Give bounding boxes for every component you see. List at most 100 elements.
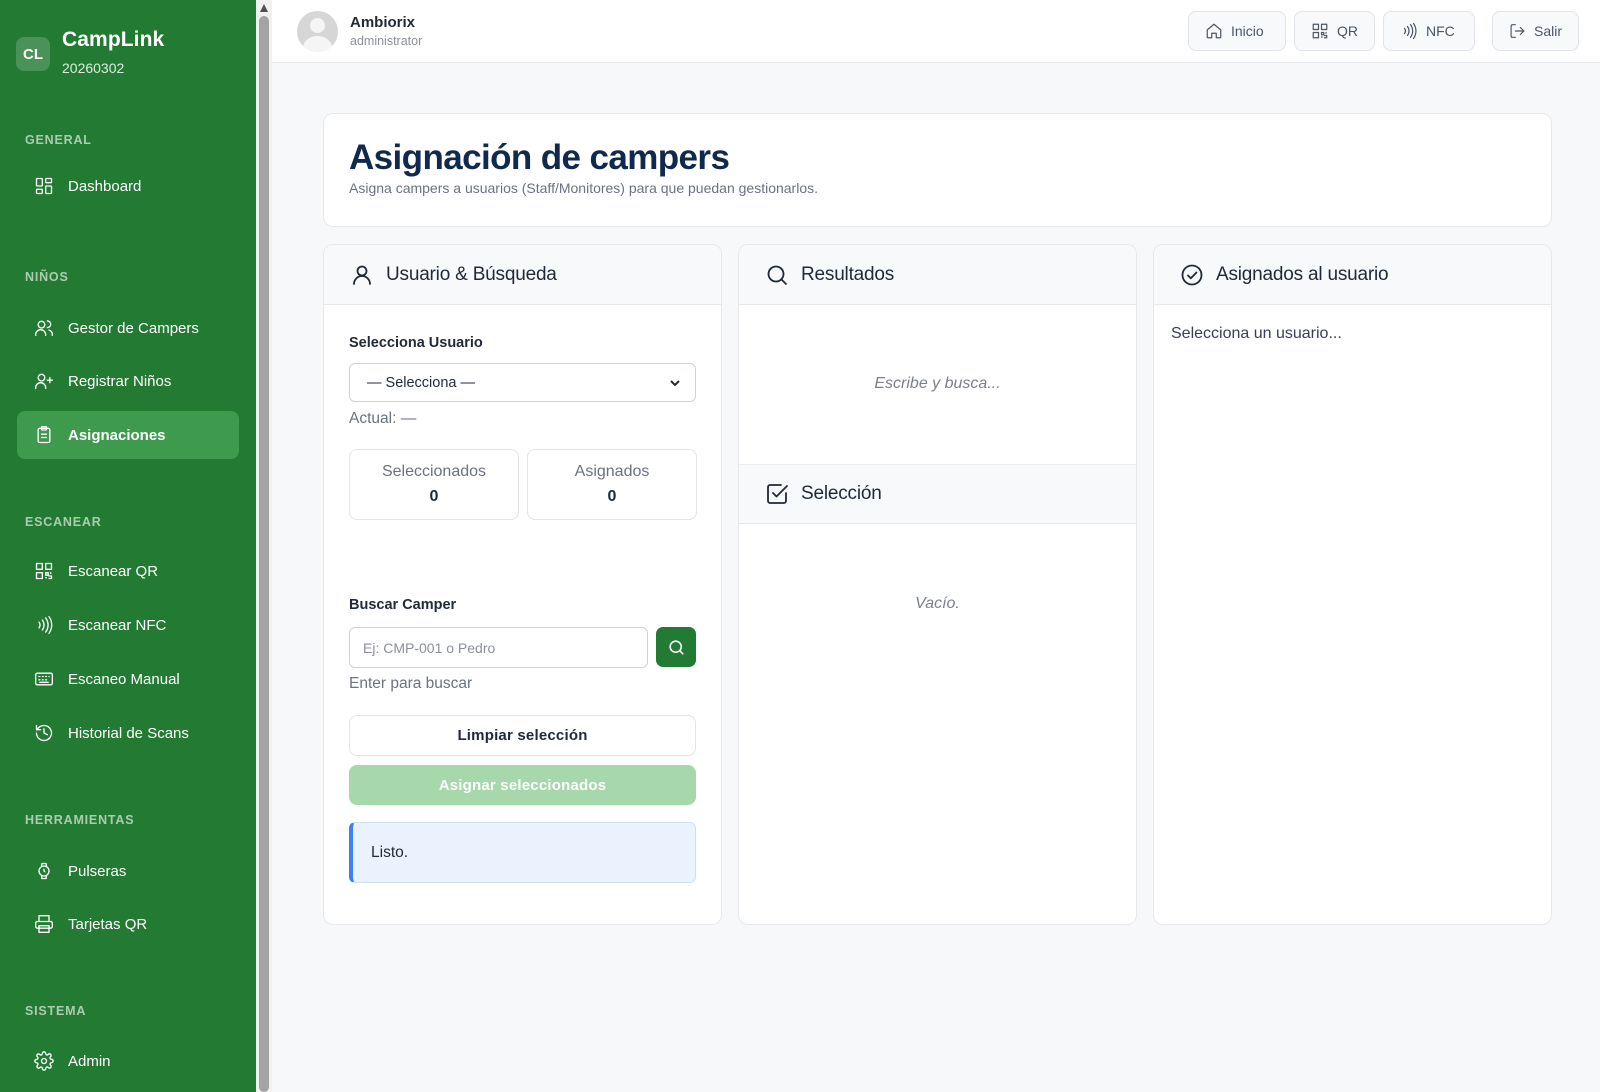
brand-subtitle: 20260302 bbox=[62, 60, 125, 76]
sidebar-item-label: Admin bbox=[68, 1052, 111, 1070]
clipboard-icon bbox=[37, 426, 51, 444]
sidebar: CL CampLink 20260302 GENERAL Dashboard N… bbox=[0, 0, 256, 1092]
search-button[interactable] bbox=[656, 627, 696, 667]
assigned-empty-text: Selecciona un usuario... bbox=[1171, 325, 1342, 342]
nav-section-escanear: ESCANEAR bbox=[25, 515, 102, 529]
avatar bbox=[297, 11, 338, 52]
qr-icon bbox=[35, 562, 53, 580]
panel-header: Resultados bbox=[739, 245, 1136, 305]
brand-name: CampLink bbox=[62, 28, 165, 51]
nfc-icon bbox=[1403, 22, 1417, 40]
qr-icon bbox=[1312, 23, 1328, 39]
scroll-thumb[interactable] bbox=[259, 16, 269, 1092]
qr-button[interactable]: QR bbox=[1294, 11, 1375, 51]
sidebar-item-escanear-qr[interactable]: Escanear QR bbox=[17, 547, 239, 595]
watch-icon bbox=[38, 862, 50, 880]
panel-header: Asignados al usuario bbox=[1154, 245, 1551, 305]
home-button[interactable]: Inicio bbox=[1188, 11, 1286, 51]
nfc-icon bbox=[38, 616, 53, 634]
sidebar-item-gestor-campers[interactable]: Gestor de Campers bbox=[17, 304, 239, 352]
sidebar-item-label: Tarjetas QR bbox=[68, 915, 148, 933]
sidebar-item-registrar-ninos[interactable]: Registrar Niños bbox=[17, 357, 239, 405]
selection-title: Selección bbox=[801, 483, 882, 504]
dashboard-icon bbox=[35, 177, 53, 195]
user-name: Ambiorix bbox=[350, 14, 416, 31]
sidebar-item-label: Dashboard bbox=[68, 177, 142, 195]
chevron-down-icon bbox=[670, 379, 680, 386]
printer-icon bbox=[35, 915, 53, 933]
sidebar-item-label: Escaneo Manual bbox=[68, 670, 180, 688]
users-icon bbox=[35, 320, 53, 337]
user-role: administrator bbox=[350, 34, 423, 48]
clear-selection-button[interactable]: Limpiar selección bbox=[349, 715, 696, 756]
stat-value: 0 bbox=[429, 488, 439, 505]
qr-button-label: QR bbox=[1337, 23, 1358, 39]
stat-label: Seleccionados bbox=[381, 463, 487, 480]
stat-label: Asignados bbox=[574, 463, 650, 480]
sidebar-item-label: Escanear QR bbox=[68, 562, 159, 580]
sidebar-item-escanear-nfc[interactable]: Escanear NFC bbox=[17, 601, 239, 649]
panel-title: Usuario & Búsqueda bbox=[386, 263, 557, 285]
sidebar-item-label: Pulseras bbox=[68, 862, 127, 880]
keyboard-icon bbox=[35, 672, 53, 686]
user-select-value: — Selecciona — bbox=[367, 374, 475, 391]
selected-count-card: Seleccionados 0 bbox=[349, 449, 519, 520]
brand: CL CampLink 20260302 bbox=[16, 28, 164, 76]
results-panel: Resultados Escribe y busca... Selección … bbox=[738, 244, 1137, 925]
assigned-count-card: Asignados 0 bbox=[527, 449, 697, 520]
panel-header: Usuario & Búsqueda bbox=[324, 245, 721, 305]
search-camper-label: Buscar Camper bbox=[349, 597, 457, 613]
nfc-button-label: NFC bbox=[1426, 23, 1455, 39]
logout-button[interactable]: Salir bbox=[1492, 11, 1579, 51]
search-icon bbox=[767, 265, 787, 285]
sidebar-item-label: Historial de Scans bbox=[68, 724, 189, 742]
selection-empty-text: Vacío. bbox=[915, 595, 960, 612]
sidebar-item-label: Escanear NFC bbox=[68, 616, 167, 634]
check-circle-icon bbox=[1181, 264, 1203, 285]
status-message: Listo. bbox=[349, 822, 696, 883]
nfc-button[interactable]: NFC bbox=[1383, 11, 1475, 51]
search-icon bbox=[668, 639, 684, 655]
sidebar-item-dashboard[interactable]: Dashboard bbox=[17, 162, 239, 210]
home-button-label: Inicio bbox=[1231, 23, 1264, 39]
sidebar-item-label: Gestor de Campers bbox=[68, 319, 199, 337]
selection-header: Selección bbox=[739, 464, 1136, 524]
sidebar-item-historial-scans[interactable]: Historial de Scans bbox=[17, 709, 239, 757]
logout-button-label: Salir bbox=[1533, 23, 1562, 39]
stat-value: 0 bbox=[607, 488, 617, 505]
logout-icon bbox=[1510, 24, 1525, 38]
sidebar-item-label: Registrar Niños bbox=[68, 372, 172, 390]
topbar: Ambiorix administrator Inicio QR NFC Sal… bbox=[272, 0, 1600, 63]
sidebar-item-admin[interactable]: Admin bbox=[17, 1037, 239, 1085]
panel-title: Asignados al usuario bbox=[1216, 263, 1389, 285]
sidebar-item-label: Asignaciones bbox=[68, 426, 166, 444]
user-search-panel: Usuario & Búsqueda Selecciona Usuario — … bbox=[323, 244, 722, 925]
nav-section-ninos: NIÑOS bbox=[25, 270, 69, 284]
user-plus-icon bbox=[35, 373, 53, 390]
current-user-text: Actual: — bbox=[349, 410, 417, 427]
nav-section-sistema: SISTEMA bbox=[25, 1004, 87, 1018]
assign-selected-button[interactable]: Asignar seleccionados bbox=[349, 765, 696, 805]
search-camper-input[interactable] bbox=[349, 627, 648, 668]
page-header-card: Asignación de campers Asigna campers a u… bbox=[323, 113, 1552, 227]
sidebar-item-asignaciones[interactable]: Asignaciones bbox=[17, 411, 239, 459]
assigned-panel: Asignados al usuario Selecciona un usuar… bbox=[1153, 244, 1552, 925]
history-icon bbox=[35, 724, 53, 742]
sidebar-item-escaneo-manual[interactable]: Escaneo Manual bbox=[17, 655, 239, 703]
results-empty-text: Escribe y busca... bbox=[874, 375, 1001, 392]
home-icon bbox=[1206, 23, 1222, 39]
status-message-text: Listo. bbox=[371, 843, 409, 861]
nav-section-herramientas: HERRAMIENTAS bbox=[25, 813, 135, 827]
scroll-up-arrow[interactable] bbox=[260, 4, 268, 12]
user-select[interactable]: — Selecciona — bbox=[349, 363, 696, 402]
checkbox-icon bbox=[767, 484, 788, 504]
user-icon bbox=[353, 265, 371, 285]
sidebar-scrollbar[interactable] bbox=[256, 0, 272, 1092]
brand-badge: CL bbox=[16, 37, 50, 71]
sidebar-item-pulseras[interactable]: Pulseras bbox=[17, 847, 239, 895]
page-subtitle: Asigna campers a usuarios (Staff/Monitor… bbox=[349, 180, 819, 196]
select-user-label: Selecciona Usuario bbox=[349, 335, 483, 351]
nav-section-general: GENERAL bbox=[25, 133, 92, 147]
search-hint: Enter para buscar bbox=[349, 675, 473, 692]
sidebar-item-tarjetas-qr[interactable]: Tarjetas QR bbox=[17, 900, 239, 948]
